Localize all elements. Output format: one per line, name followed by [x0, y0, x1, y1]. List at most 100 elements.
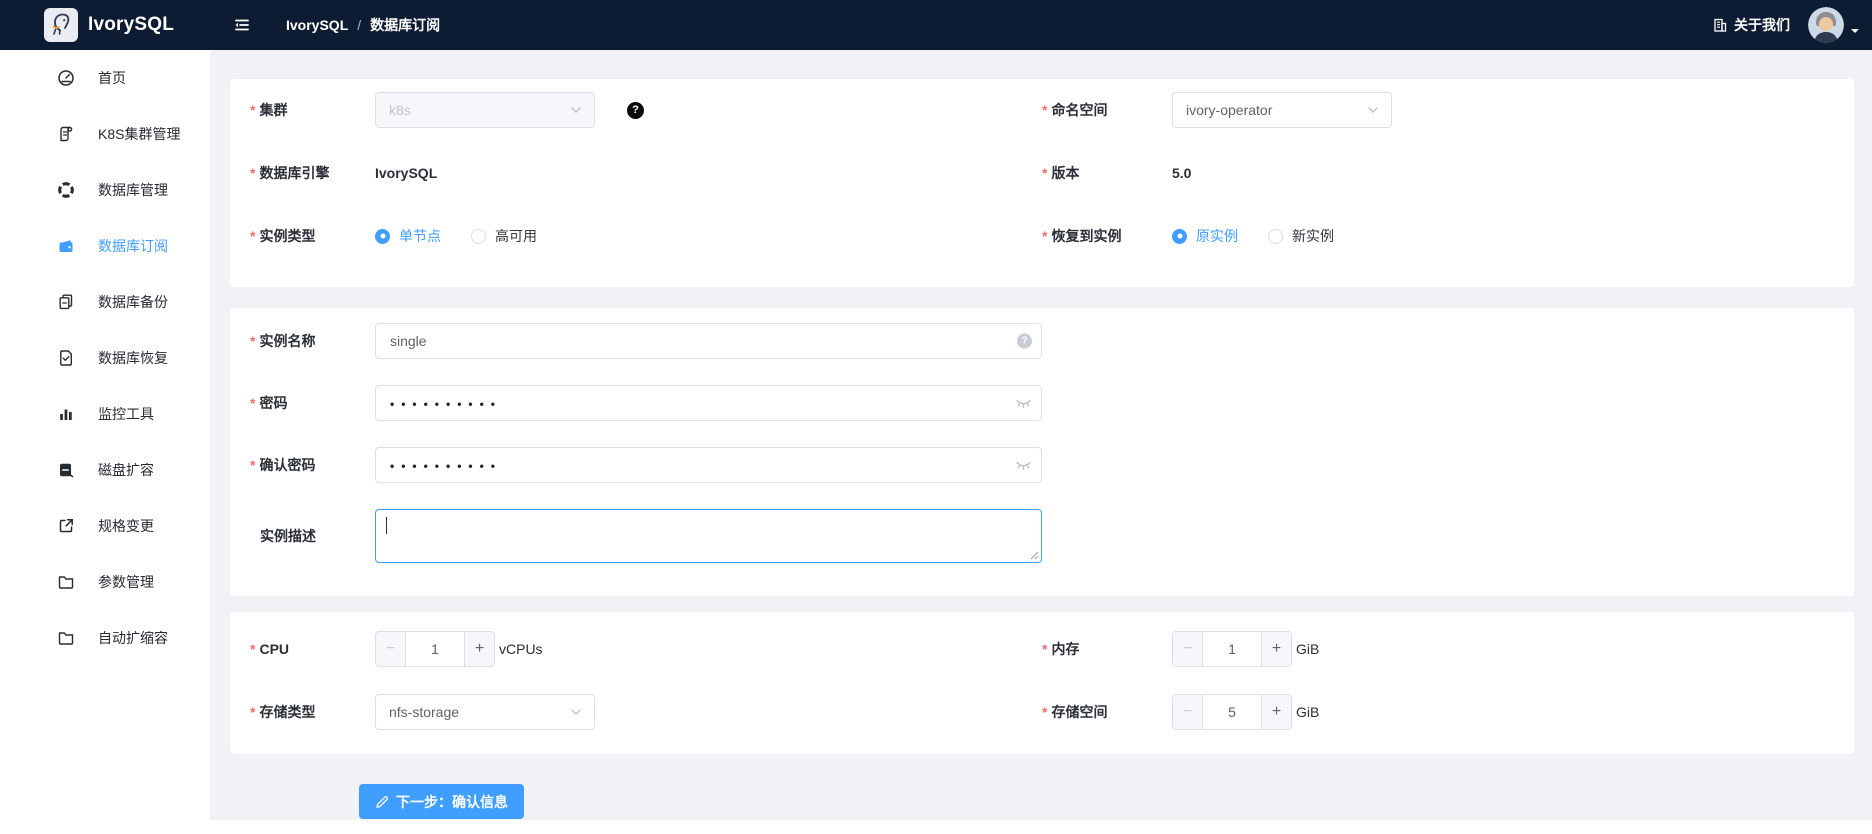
sidebar-item-label: 监控工具 [98, 404, 154, 424]
resources-section-card: * CPU − 1 + vCPUs * 内存 [230, 612, 1854, 754]
sidebar-item-label: 数据库订阅 [98, 236, 168, 256]
confirm-password-input[interactable]: •••••••••• [375, 447, 1042, 483]
sidebar-item-params[interactable]: 参数管理 [0, 554, 210, 610]
params-icon [57, 573, 75, 591]
sidebar-item-label: K8S集群管理 [98, 124, 180, 144]
storage-class-select[interactable]: nfs-storage [375, 694, 595, 730]
database-subscribe-icon [57, 237, 75, 255]
restore-to-field-label: * 恢复到实例 [1042, 226, 1172, 246]
cpu-unit-label: vCPUs [499, 641, 543, 657]
radio-original-instance[interactable]: 原实例 [1172, 226, 1238, 246]
radio-dot [1268, 229, 1283, 244]
cluster-select: k8s [375, 92, 595, 128]
required-marker: * [250, 457, 255, 473]
chevron-down-icon [570, 104, 582, 116]
sidebar-item-spec-change[interactable]: 规格变更 [0, 498, 210, 554]
actions-row: 下一步：确认信息 [230, 784, 1854, 819]
instance-type-field-label: * 实例类型 [250, 226, 375, 246]
sidebar-item-autoscale[interactable]: 自动扩缩容 [0, 610, 210, 666]
radio-dot [471, 229, 486, 244]
engine-value: IvorySQL [375, 165, 437, 181]
namespace-field-label: * 命名空间 [1042, 100, 1172, 120]
cpu-increase-button[interactable]: + [464, 632, 494, 666]
instance-name-input[interactable]: single [375, 323, 1042, 359]
sidebar-item-k8s-cluster[interactable]: K8S集群管理 [0, 106, 210, 162]
k8s-cluster-icon [57, 125, 75, 143]
required-marker: * [250, 228, 255, 244]
sidebar-item-database-manage[interactable]: 数据库管理 [0, 162, 210, 218]
cluster-field-label: * 集群 [250, 100, 375, 120]
required-marker: * [250, 395, 255, 411]
description-field-label: 实例描述 [250, 526, 375, 546]
storage-size-unit-label: GiB [1296, 704, 1319, 720]
sidebar-item-monitor[interactable]: 监控工具 [0, 386, 210, 442]
monitor-icon [57, 405, 75, 423]
sidebar-item-label: 首页 [98, 68, 126, 88]
database-restore-icon [57, 349, 75, 367]
sidebar-item-label: 规格变更 [98, 516, 154, 536]
password-input[interactable]: •••••••••• [375, 385, 1042, 421]
namespace-select[interactable]: ivory-operator [1172, 92, 1392, 128]
required-marker: * [1042, 704, 1047, 720]
storage-size-field-label: * 存储空间 [1042, 702, 1172, 722]
radio-high-availability[interactable]: 高可用 [471, 226, 537, 246]
cpu-field-label: * CPU [250, 641, 375, 657]
user-avatar[interactable] [1808, 7, 1844, 43]
top-navbar: IvorySQL IvorySQL / 数据库订阅 关于我们 [0, 0, 1872, 50]
sidebar-item-database-subscribe[interactable]: 数据库订阅 [0, 218, 210, 274]
building-icon [1712, 17, 1728, 33]
sidebar-item-home[interactable]: 首页 [0, 50, 210, 106]
resize-grip-icon[interactable] [1030, 551, 1039, 560]
sidebar-item-database-backup[interactable]: 数据库备份 [0, 274, 210, 330]
breadcrumb-root[interactable]: IvorySQL [286, 17, 348, 33]
sidebar: 首页 K8S集群管理 数据库管理 [0, 50, 210, 834]
memory-unit-label: GiB [1296, 641, 1319, 657]
storage-size-value[interactable]: 5 [1203, 695, 1261, 729]
ivorysql-logo-icon [44, 8, 78, 42]
radio-label: 原实例 [1196, 226, 1238, 246]
password-field-label: * 密码 [250, 393, 375, 413]
dashboard-icon [57, 69, 75, 87]
instance-name-field-label: * 实例名称 [250, 331, 375, 351]
radio-dot [1172, 229, 1187, 244]
about-us-label: 关于我们 [1734, 15, 1790, 35]
cpu-value[interactable]: 1 [406, 632, 464, 666]
sidebar-item-label: 自动扩缩容 [98, 628, 168, 648]
memory-decrease-button[interactable]: − [1173, 632, 1203, 666]
required-marker: * [250, 102, 255, 118]
question-circle-icon[interactable]: ? [1017, 334, 1032, 349]
sidebar-item-label: 数据库备份 [98, 292, 168, 312]
eye-invisible-icon[interactable] [1015, 396, 1032, 410]
memory-value[interactable]: 1 [1203, 632, 1261, 666]
storage-class-field-label: * 存储类型 [250, 702, 375, 722]
cluster-select-value: k8s [389, 102, 562, 118]
sidebar-item-database-restore[interactable]: 数据库恢复 [0, 330, 210, 386]
footer-strip [210, 820, 1872, 834]
autoscale-icon [57, 629, 75, 647]
sidebar-collapse-icon[interactable] [232, 15, 252, 35]
storage-size-decrease-button[interactable]: − [1173, 695, 1203, 729]
about-us-link[interactable]: 关于我们 [1712, 15, 1790, 35]
cluster-help-icon[interactable]: ? [627, 102, 644, 119]
spec-change-icon [57, 517, 75, 535]
description-textarea[interactable] [375, 509, 1042, 563]
edit-pencil-icon [375, 795, 389, 809]
radio-single-node[interactable]: 单节点 [375, 226, 441, 246]
storage-class-select-value: nfs-storage [389, 704, 562, 720]
app-window: IvorySQL IvorySQL / 数据库订阅 关于我们 [0, 0, 1872, 834]
breadcrumb-separator: / [357, 17, 361, 33]
required-marker: * [250, 333, 255, 349]
cpu-decrease-button[interactable]: − [376, 632, 406, 666]
chevron-down-icon[interactable] [1850, 22, 1860, 38]
chevron-down-icon [1367, 104, 1379, 116]
sidebar-item-label: 数据库恢复 [98, 348, 168, 368]
version-value: 5.0 [1172, 165, 1191, 181]
sidebar-item-disk-expand[interactable]: 磁盘扩容 [0, 442, 210, 498]
sidebar-item-label: 数据库管理 [98, 180, 168, 200]
memory-increase-button[interactable]: + [1261, 632, 1291, 666]
required-marker: * [250, 165, 255, 181]
next-step-button[interactable]: 下一步：确认信息 [359, 784, 524, 819]
radio-new-instance[interactable]: 新实例 [1268, 226, 1334, 246]
storage-size-increase-button[interactable]: + [1261, 695, 1291, 729]
eye-invisible-icon[interactable] [1015, 458, 1032, 472]
